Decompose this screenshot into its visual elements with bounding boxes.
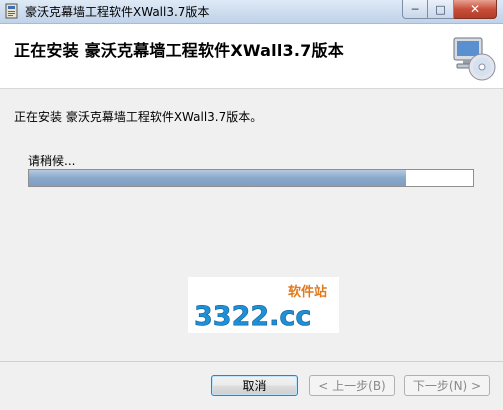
close-button[interactable]: ✕ — [454, 0, 497, 19]
computer-cd-icon — [453, 37, 496, 81]
back-button-label: < 上一步(B) — [318, 379, 386, 393]
site-watermark-logo: 软件站 3322.cc — [188, 277, 339, 333]
next-button-label: 下一步(N) > — [412, 379, 482, 393]
next-button[interactable]: 下一步(N) > — [404, 375, 490, 396]
page-title: 正在安装 豪沃克幕墙工程软件XWall3.7版本 — [14, 41, 344, 60]
wait-label: 请稍候... — [28, 154, 76, 168]
minimize-button[interactable]: ─ — [402, 0, 428, 19]
back-button[interactable]: < 上一步(B) — [309, 375, 395, 396]
progress-fill — [29, 170, 407, 186]
window-title: 豪沃克幕墙工程软件XWall3.7版本 — [25, 5, 210, 19]
window-controls: ─ □ ✕ — [402, 0, 497, 19]
install-status-text: 正在安装 豪沃克幕墙工程软件XWall3.7版本。 — [14, 110, 263, 124]
close-icon: ✕ — [469, 2, 481, 16]
maximize-button[interactable]: □ — [428, 0, 454, 19]
cancel-button[interactable]: 取消 — [211, 375, 298, 396]
watermark-logo-text: 3322.cc — [194, 301, 311, 332]
installer-app-icon — [5, 3, 18, 19]
minimize-icon: ─ — [411, 2, 419, 16]
install-progress-bar — [28, 169, 474, 187]
title-bar[interactable]: 豪沃克幕墙工程软件XWall3.7版本 ─ □ ✕ — [0, 0, 503, 24]
header-banner: 正在安装 豪沃克幕墙工程软件XWall3.7版本 — [0, 24, 503, 89]
footer-divider — [0, 361, 503, 362]
cancel-button-label: 取消 — [242, 379, 267, 393]
watermark-tagline: 软件站 — [288, 284, 327, 300]
maximize-icon: □ — [435, 2, 446, 16]
